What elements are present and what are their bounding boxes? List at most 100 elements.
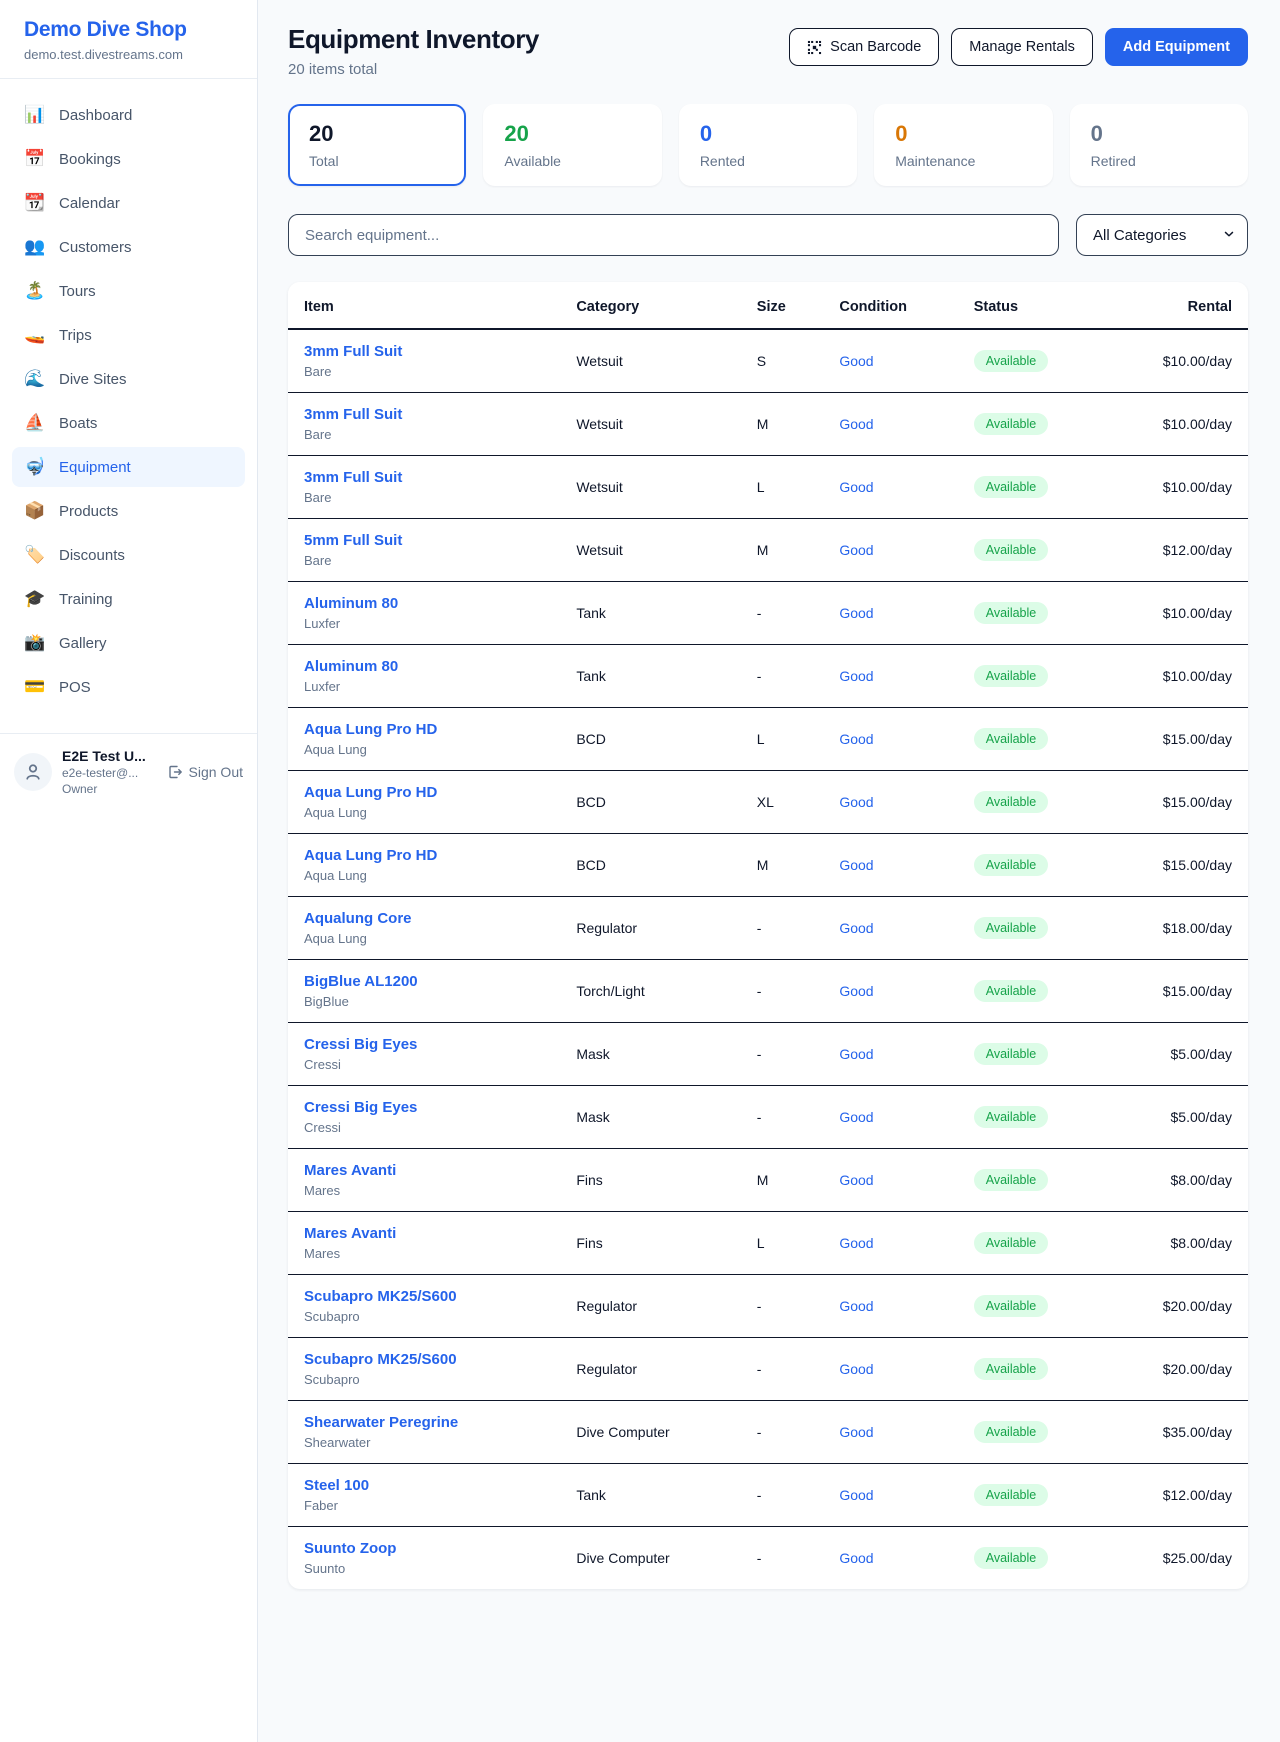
category-cell: BCD: [568, 834, 748, 897]
item-cell: Aqua Lung Pro HDAqua Lung: [288, 708, 568, 771]
condition-link[interactable]: Good: [839, 983, 873, 999]
sidebar-item-customers[interactable]: 👥Customers: [12, 227, 245, 267]
stat-card-rented[interactable]: 0Rented: [679, 104, 857, 186]
item-name-link[interactable]: Aqua Lung Pro HD: [304, 847, 560, 864]
item-name-link[interactable]: Mares Avanti: [304, 1162, 560, 1179]
status-cell: Available: [966, 1023, 1126, 1086]
sidebar-item-boats[interactable]: ⛵Boats: [12, 403, 245, 443]
condition-link[interactable]: Good: [839, 920, 873, 936]
item-name-link[interactable]: Steel 100: [304, 1477, 560, 1494]
dive-sites-icon: 🌊: [24, 369, 46, 389]
rental-cell: $20.00/day: [1126, 1275, 1248, 1338]
condition-cell: Good: [831, 1149, 965, 1212]
item-name-link[interactable]: BigBlue AL1200: [304, 973, 560, 990]
search-input[interactable]: [288, 214, 1059, 256]
brand-name[interactable]: Demo Dive Shop: [24, 18, 233, 42]
stats-row: 20Total 20 Available 0Rented0Maintenance0Re…: [288, 104, 1248, 186]
category-select-wrap: All Categories: [1076, 214, 1248, 256]
table-row: Aqua Lung Pro HDAqua LungBCDLGoodAvailab…: [288, 708, 1248, 771]
condition-link[interactable]: Good: [839, 1172, 873, 1188]
condition-link[interactable]: Good: [839, 605, 873, 621]
sidebar-item-pos[interactable]: 💳POS: [12, 667, 245, 707]
sidebar-item-equipment[interactable]: 🤿Equipment: [12, 447, 245, 487]
table-row: Aluminum 80LuxferTank-GoodAvailable$10.0…: [288, 645, 1248, 708]
scan-barcode-button[interactable]: Scan Barcode: [789, 28, 939, 66]
condition-link[interactable]: Good: [839, 1550, 873, 1566]
sidebar-item-calendar[interactable]: 📆Calendar: [12, 183, 245, 223]
item-name-link[interactable]: Shearwater Peregrine: [304, 1414, 560, 1431]
sign-out-icon: [167, 764, 183, 780]
condition-link[interactable]: Good: [839, 1424, 873, 1440]
sidebar-item-dive-sites[interactable]: 🌊Dive Sites: [12, 359, 245, 399]
item-cell: 3mm Full SuitBare: [288, 456, 568, 519]
condition-link[interactable]: Good: [839, 1298, 873, 1314]
item-name-link[interactable]: Aqua Lung Pro HD: [304, 721, 560, 738]
condition-link[interactable]: Good: [839, 1361, 873, 1377]
sidebar-item-gallery[interactable]: 📸Gallery: [12, 623, 245, 663]
sidebar-item-dashboard[interactable]: 📊Dashboard: [12, 95, 245, 135]
condition-link[interactable]: Good: [839, 794, 873, 810]
condition-link[interactable]: Good: [839, 1046, 873, 1062]
item-brand: Aqua Lung: [304, 868, 560, 883]
sidebar-item-trips[interactable]: 🚤Trips: [12, 315, 245, 355]
item-cell: Mares AvantiMares: [288, 1212, 568, 1275]
table-row: Mares AvantiMaresFinsMGoodAvailable$8.00…: [288, 1149, 1248, 1212]
condition-link[interactable]: Good: [839, 542, 873, 558]
item-name-link[interactable]: 3mm Full Suit: [304, 469, 560, 486]
condition-cell: Good: [831, 1023, 965, 1086]
item-name-link[interactable]: Cressi Big Eyes: [304, 1099, 560, 1116]
item-name-link[interactable]: Aluminum 80: [304, 658, 560, 675]
sign-out-button[interactable]: Sign Out: [167, 764, 243, 780]
status-badge: Available: [974, 1484, 1049, 1506]
item-name-link[interactable]: Scubapro MK25/S600: [304, 1288, 560, 1305]
sidebar-item-label: POS: [59, 679, 91, 696]
item-name-link[interactable]: Suunto Zoop: [304, 1540, 560, 1557]
item-name-link[interactable]: Aluminum 80: [304, 595, 560, 612]
sidebar-item-discounts[interactable]: 🏷️Discounts: [12, 535, 245, 575]
sidebar-item-tours[interactable]: 🏝️Tours: [12, 271, 245, 311]
dashboard-icon: 📊: [24, 105, 46, 125]
condition-link[interactable]: Good: [839, 1235, 873, 1251]
item-name-link[interactable]: 3mm Full Suit: [304, 406, 560, 423]
sidebar-item-label: Gallery: [59, 635, 107, 652]
sidebar-item-bookings[interactable]: 📅Bookings: [12, 139, 245, 179]
item-cell: Aluminum 80Luxfer: [288, 645, 568, 708]
condition-link[interactable]: Good: [839, 731, 873, 747]
condition-link[interactable]: Good: [839, 857, 873, 873]
sidebar-item-training[interactable]: 🎓Training: [12, 579, 245, 619]
condition-link[interactable]: Good: [839, 668, 873, 684]
table-row: Cressi Big EyesCressiMask-GoodAvailable$…: [288, 1086, 1248, 1149]
table-row: Scubapro MK25/S600ScubaproRegulator-Good…: [288, 1338, 1248, 1401]
stat-card-maintenance[interactable]: 0Maintenance: [874, 104, 1052, 186]
condition-link[interactable]: Good: [839, 479, 873, 495]
item-name-link[interactable]: 5mm Full Suit: [304, 532, 560, 549]
item-name-link[interactable]: 3mm Full Suit: [304, 343, 560, 360]
item-name-link[interactable]: Mares Avanti: [304, 1225, 560, 1242]
condition-link[interactable]: Good: [839, 1109, 873, 1125]
manage-rentals-button[interactable]: Manage Rentals: [951, 28, 1093, 66]
add-equipment-button[interactable]: Add Equipment: [1105, 28, 1248, 66]
item-name-link[interactable]: Aqua Lung Pro HD: [304, 784, 560, 801]
size-cell: -: [749, 645, 832, 708]
category-cell: Torch/Light: [568, 960, 748, 1023]
boats-icon: ⛵: [24, 413, 46, 433]
condition-link[interactable]: Good: [839, 416, 873, 432]
condition-link[interactable]: Good: [839, 1487, 873, 1503]
item-name-link[interactable]: Aqualung Core: [304, 910, 560, 927]
stat-label: Available: [504, 153, 640, 169]
item-name-link[interactable]: Scubapro MK25/S600: [304, 1351, 560, 1368]
stat-value: 20: [504, 121, 640, 147]
condition-cell: Good: [831, 519, 965, 582]
condition-cell: Good: [831, 1401, 965, 1464]
sidebar-item-products[interactable]: 📦Products: [12, 491, 245, 531]
size-cell: -: [749, 897, 832, 960]
column-header-category: Category: [568, 282, 748, 329]
stat-card-retired[interactable]: 0Retired: [1070, 104, 1248, 186]
stat-card-total[interactable]: 20Total: [288, 104, 466, 186]
item-name-link[interactable]: Cressi Big Eyes: [304, 1036, 560, 1053]
condition-link[interactable]: Good: [839, 353, 873, 369]
status-cell: Available: [966, 519, 1126, 582]
stat-card-available[interactable]: 20 Available: [483, 104, 661, 186]
category-select[interactable]: All Categories: [1076, 214, 1248, 256]
size-cell: M: [749, 1149, 832, 1212]
